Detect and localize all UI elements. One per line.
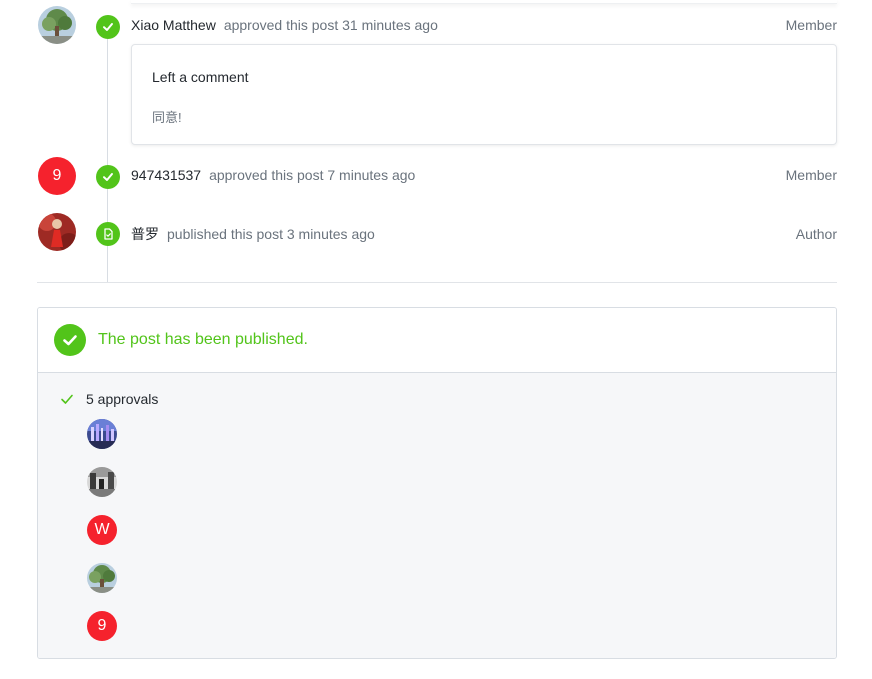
event-description: approved this post 7 minutes ago — [209, 167, 416, 183]
approver-avatar[interactable] — [87, 467, 117, 497]
avatar[interactable]: 9 — [38, 157, 76, 195]
publish-status-box: The post has been published. 5 approvals — [37, 307, 837, 659]
published-badge — [96, 222, 120, 246]
event-role: Member — [785, 17, 837, 33]
approver-avatar[interactable]: W — [87, 515, 117, 545]
check-icon — [61, 394, 73, 404]
tree-photo-avatar-icon — [87, 563, 117, 593]
previous-card-edge — [131, 0, 837, 4]
approver-avatar[interactable] — [87, 563, 117, 593]
approvals-summary: 5 approvals — [60, 391, 158, 407]
comment-body: 同意! — [152, 110, 182, 125]
comment-card: Left a comment 同意! — [131, 44, 837, 145]
approver-avatar[interactable] — [87, 419, 117, 449]
comment-title: Left a comment — [152, 69, 249, 85]
timeline-event: 947431537 approved this post 7 minutes a… — [131, 167, 837, 183]
status-header: The post has been published. — [38, 308, 836, 373]
timeline-event: Xiao Matthew approved this post 31 minut… — [131, 17, 837, 33]
red-dress-photo-avatar-icon — [38, 213, 76, 251]
approved-badge — [96, 15, 120, 39]
avatar[interactable] — [38, 6, 76, 44]
event-description: approved this post 31 minutes ago — [223, 17, 438, 33]
approved-badge — [96, 165, 120, 189]
divider — [37, 282, 837, 283]
success-check-icon — [54, 324, 86, 356]
event-role: Member — [785, 167, 837, 183]
street-photo-avatar-icon — [87, 467, 117, 497]
tree-photo-avatar-icon — [38, 6, 76, 44]
city-night-avatar-icon — [87, 419, 117, 449]
avatar[interactable] — [38, 213, 76, 251]
timeline-event: 普罗 published this post 3 minutes ago Aut… — [131, 224, 837, 244]
check-icon — [103, 173, 113, 181]
approvals-panel: 5 approvals W 9 — [38, 373, 836, 658]
event-description: published this post 3 minutes ago — [167, 226, 375, 242]
avatar-letter: 9 — [52, 167, 62, 184]
document-icon — [104, 228, 113, 240]
event-user-name[interactable]: Xiao Matthew — [131, 17, 216, 33]
approver-avatar[interactable]: 9 — [87, 611, 117, 641]
event-user-name[interactable]: 普罗 — [131, 224, 159, 244]
event-user-name[interactable]: 947431537 — [131, 167, 201, 183]
approvals-count: 5 approvals — [86, 391, 159, 407]
event-role: Author — [795, 226, 837, 242]
status-message: The post has been published. — [98, 331, 308, 348]
avatar-letter: W — [94, 521, 110, 538]
check-icon — [63, 335, 77, 346]
check-icon — [103, 23, 113, 31]
avatar-letter: 9 — [97, 617, 107, 634]
